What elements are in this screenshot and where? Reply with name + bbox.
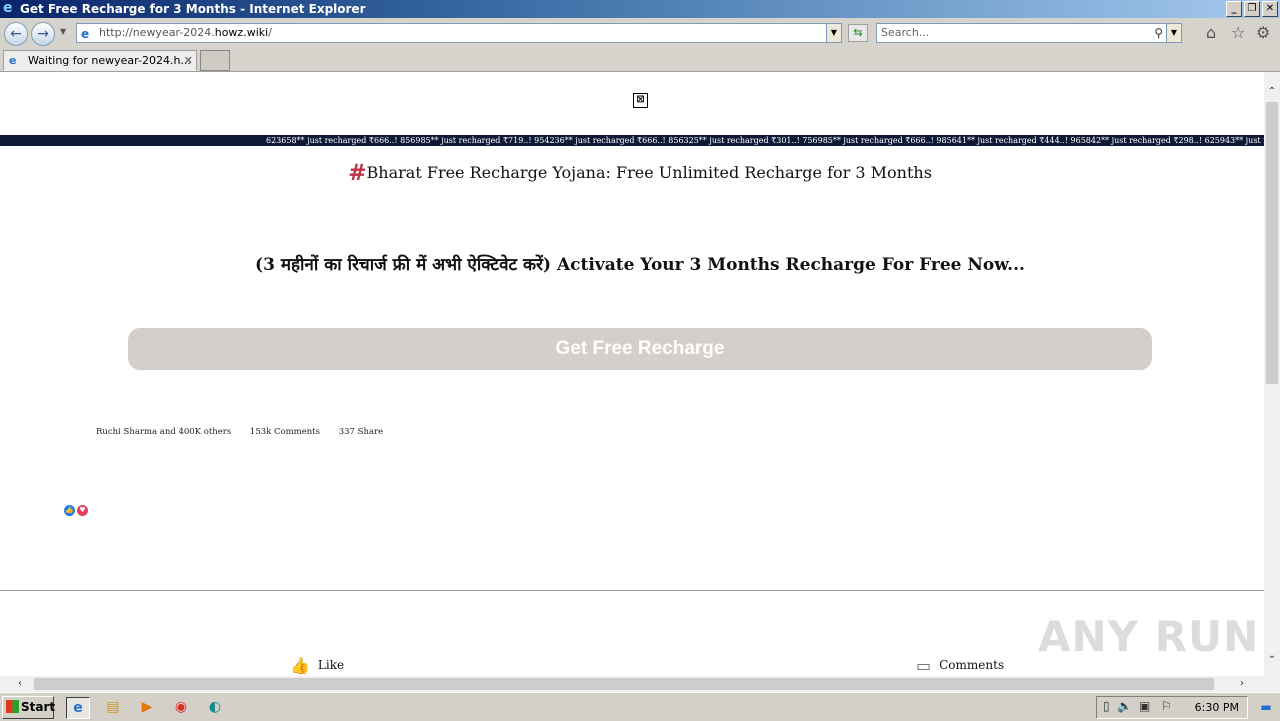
horizontal-scroll-thumb[interactable] <box>34 678 1214 690</box>
forward-button[interactable]: → <box>31 22 55 46</box>
new-tab-button[interactable] <box>200 50 230 71</box>
vertical-scroll-thumb[interactable] <box>1266 102 1278 384</box>
tray-arrow-icon[interactable]: ▯ <box>1103 699 1110 713</box>
ticker-text: 623658** just recharged ₹666..! 856985**… <box>266 136 1264 145</box>
page-subheadline: (3 महीनों का रिचार्ज फ्री में अभी ऐक्टिव… <box>255 255 1025 275</box>
comment-bubble-icon: ▭ <box>916 656 932 675</box>
refresh-button[interactable]: ⇆ <box>848 24 868 42</box>
address-prefix: http://newyear-2024. <box>99 26 215 39</box>
taskbar-media-player-icon[interactable]: ▶ <box>136 697 158 717</box>
horizontal-scrollbar[interactable]: ‹ › <box>0 676 1264 692</box>
scroll-down-icon[interactable]: ⌄ <box>1264 648 1280 664</box>
tab-ie-icon: e <box>9 54 17 67</box>
scrollbar-corner <box>1264 676 1280 692</box>
history-dropdown-icon[interactable]: ▼ <box>60 27 66 36</box>
system-tray: ▯ 🔈 ▣ ⚐ 6:30 PM <box>1096 696 1248 719</box>
taskbar: Start e ▤ ▶ ◉ ◐ ▯ 🔈 ▣ ⚐ 6:30 PM ▬ <box>0 692 1280 721</box>
search-icon[interactable]: ⚲ <box>1154 24 1163 42</box>
tab-active[interactable]: e Waiting for newyear-2024.h... ✕ <box>3 50 197 71</box>
back-button[interactable]: ← <box>4 22 28 46</box>
address-text[interactable]: http://newyear-2024.howz.wiki/ <box>99 24 272 42</box>
show-desktop-icon[interactable]: ▬ <box>1254 697 1278 717</box>
home-icon[interactable]: ⌂ <box>1206 25 1216 41</box>
scroll-right-icon[interactable]: › <box>1234 676 1250 692</box>
site-ie-icon: e <box>81 27 90 41</box>
tab-bar: e Waiting for newyear-2024.h... ✕ <box>0 48 1280 72</box>
page-content: ⊠ 623658** just recharged ₹666..! 856985… <box>0 72 1264 676</box>
favorites-star-icon[interactable]: ☆ <box>1231 25 1245 41</box>
taskbar-explorer-icon[interactable]: ▤ <box>102 697 124 717</box>
recharge-ticker: 623658** just recharged ₹666..! 856985**… <box>0 135 1264 146</box>
likes-count: Ruchi Sharma and 400K others <box>96 427 232 437</box>
address-dropdown-icon[interactable]: ▼ <box>826 24 841 42</box>
tab-label: Waiting for newyear-2024.h... <box>28 54 191 67</box>
address-domain: howz.wiki <box>214 26 269 39</box>
start-button[interactable]: Start <box>2 696 56 719</box>
address-suffix: / <box>268 26 272 39</box>
scroll-up-icon[interactable]: ⌃ <box>1264 84 1280 100</box>
settings-gear-icon[interactable]: ⚙ <box>1256 25 1270 41</box>
comments-button[interactable]: ▭ Comments <box>916 656 1004 675</box>
search-dropdown-icon[interactable]: ▼ <box>1166 24 1181 42</box>
anyrun-watermark: ANY RUN <box>1038 612 1260 661</box>
action-center-flag-icon[interactable]: ⚐ <box>1161 699 1172 713</box>
taskbar-ie-icon[interactable]: e <box>66 697 90 719</box>
windows-flag-icon <box>6 700 19 713</box>
window-title: Get Free Recharge for 3 Months - Interne… <box>20 2 366 16</box>
search-input[interactable]: Search... <box>881 24 929 42</box>
taskbar-edge-icon[interactable]: ◐ <box>204 697 226 717</box>
back-arrow-icon: ← <box>10 26 22 42</box>
like-reaction-icon: 👍 <box>64 505 75 516</box>
comments-label: Comments <box>939 658 1005 672</box>
minimize-button[interactable]: _ <box>1226 1 1242 17</box>
divider <box>0 590 1264 591</box>
like-label: Like <box>317 658 345 672</box>
social-stats: Ruchi Sharma and 400K others 153k Commen… <box>96 427 399 437</box>
reaction-icons: 👍 ♥ <box>64 497 90 516</box>
get-free-recharge-button[interactable]: Get Free Recharge <box>128 328 1152 370</box>
scroll-left-icon[interactable]: ‹ <box>12 676 28 692</box>
comments-count: 153k Comments <box>249 427 321 437</box>
forward-arrow-icon: → <box>37 26 49 42</box>
tab-close-icon[interactable]: ✕ <box>184 51 193 71</box>
restore-button[interactable]: ❐ <box>1244 1 1260 17</box>
close-window-button[interactable]: ✕ <box>1262 1 1278 17</box>
taskbar-chrome-icon[interactable]: ◉ <box>170 697 192 717</box>
thumbs-up-icon: 👍 <box>290 656 310 675</box>
clock[interactable]: 6:30 PM <box>1195 697 1239 718</box>
headline-text: Bharat Free Recharge Yojana: Free Unlimi… <box>366 163 932 182</box>
ie-logo-icon: e <box>3 0 13 16</box>
close-icon[interactable]: ⊠ <box>633 93 648 108</box>
refresh-icon: ⇆ <box>853 26 863 39</box>
network-icon[interactable]: ▣ <box>1139 699 1150 713</box>
window-controls: _ ❐ ✕ <box>1226 1 1278 17</box>
volume-icon[interactable]: 🔈 <box>1117 699 1132 713</box>
navigation-bar: ← → ▼ e http://newyear-2024.howz.wiki/ ▼… <box>0 18 1280 48</box>
shares-count: 337 Share <box>338 427 384 437</box>
search-box[interactable]: Search... ⚲ ▼ <box>876 23 1182 43</box>
start-label: Start <box>21 700 56 714</box>
love-reaction-icon: ♥ <box>77 505 88 516</box>
like-button[interactable]: 👍 Like <box>290 656 344 675</box>
address-bar[interactable]: e http://newyear-2024.howz.wiki/ ▼ <box>76 23 842 43</box>
vertical-scrollbar[interactable]: ⌃ ⌄ <box>1264 72 1280 676</box>
window-titlebar: e Get Free Recharge for 3 Months - Inter… <box>0 0 1280 18</box>
hashtag-icon: # <box>348 160 367 186</box>
page-headline: #Bharat Free Recharge Yojana: Free Unlim… <box>0 160 1264 186</box>
